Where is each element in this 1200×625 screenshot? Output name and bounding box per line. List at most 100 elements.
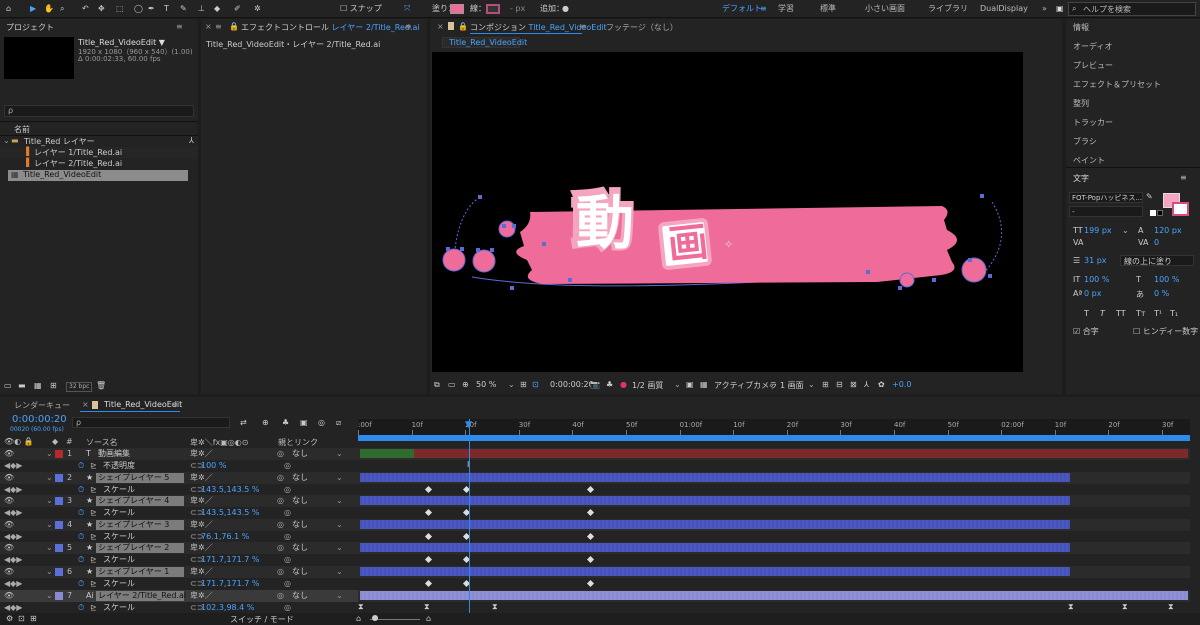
chevron-down-icon[interactable]: ⌄ <box>336 590 343 602</box>
layer-row[interactable]: 👁 ⌄ 2 ★ シェイプレイヤー 5 卑✲／ ◎ なし ⌄ <box>0 471 358 484</box>
property-track[interactable]: I <box>358 460 1190 472</box>
pickwhip-icon[interactable]: ◎ <box>277 590 284 602</box>
layer-label-color[interactable] <box>55 568 63 576</box>
shape-tool-icon[interactable]: ◯ <box>134 3 143 15</box>
keyframe[interactable] <box>424 509 433 517</box>
chevron-down-icon[interactable]: ⌄ <box>46 448 53 460</box>
breadcrumb[interactable]: Title_Red_VideoEdit <box>442 37 527 48</box>
expression-icon[interactable]: ◎ <box>284 460 291 472</box>
render-time-icon[interactable]: ⚙ <box>6 614 13 623</box>
stopwatch-icon[interactable]: ⏱ <box>78 507 84 519</box>
panel-menu-icon[interactable]: ≡ <box>580 22 587 31</box>
expression-icon[interactable]: ◎ <box>284 484 291 496</box>
layer-duration-bar[interactable] <box>414 449 1188 458</box>
layer-label-color[interactable] <box>55 497 63 506</box>
puppet-tool-icon[interactable]: ✲ <box>254 3 261 15</box>
property-track[interactable] <box>358 483 1190 496</box>
frame-blending-icon[interactable]: ▣ <box>300 418 308 427</box>
chevron-down-icon[interactable]: ⌄ <box>674 380 681 389</box>
chevron-down-icon[interactable]: ⌄ <box>336 542 343 554</box>
pickwhip-icon[interactable]: ◎ <box>277 519 284 531</box>
list-item[interactable]: ⌄ ▬ Title_Red レイヤー ⅄ <box>0 136 198 147</box>
chevron-down-icon[interactable]: ⌄ <box>46 590 53 602</box>
layer-duration-bar[interactable] <box>360 567 1070 576</box>
help-search-box[interactable]: ⌕ ヘルプを検索 <box>1068 2 1196 16</box>
eye-icon[interactable]: 👁 <box>4 542 14 554</box>
character-panel-title[interactable]: 文字 <box>1073 173 1089 184</box>
property-value[interactable]: 171.7,171.7 % <box>201 554 260 566</box>
roto-brush-icon[interactable]: ✐ <box>234 3 241 15</box>
layer-track[interactable] <box>358 566 1190 578</box>
brush-tool-icon[interactable]: ✎ <box>180 3 187 15</box>
bpc-button[interactable]: 32 bpc <box>66 382 93 392</box>
menu-icon[interactable]: ≡ <box>215 22 222 31</box>
property-row[interactable]: ◀◆▶ ⏱ ⊵ スケール ⊂⊃ 171.7,171.7 % ◎ <box>0 554 358 567</box>
chevron-down-icon[interactable]: ⌄ <box>1122 226 1129 235</box>
layer-label-color[interactable] <box>55 520 63 529</box>
expand-switches-icon[interactable]: ⊡ <box>18 614 25 623</box>
clone-tool-icon[interactable]: ⊥ <box>198 3 205 15</box>
always-preview-icon[interactable]: ⧉ <box>434 380 440 390</box>
rotate-tool-icon[interactable]: ↶ <box>82 3 89 15</box>
layer-row[interactable]: 👁 ⌄ 1 T 動画編集 卑✲／ ◎ なし ⌄ <box>0 448 358 460</box>
faux-italic-button[interactable]: T <box>1100 309 1105 318</box>
stopwatch-icon[interactable]: ⏱ <box>78 554 84 566</box>
stroke-color-swatch[interactable] <box>1172 202 1189 216</box>
eye-icon[interactable]: 👁 <box>4 519 14 531</box>
pickwhip-icon[interactable]: ◎ <box>277 472 284 484</box>
layer-name[interactable]: シェイプレイヤー 5 <box>98 472 169 484</box>
chevron-down-icon[interactable]: ⌄ <box>46 472 53 484</box>
chevron-down-icon[interactable]: ⌄ <box>46 566 53 578</box>
lock-icon[interactable]: 🔒 <box>229 22 239 31</box>
layer-track[interactable] <box>358 589 1190 602</box>
pickwhip-icon[interactable]: ◎ <box>277 542 284 554</box>
settings-icon[interactable]: ⊞ <box>50 381 57 390</box>
chevron-down-icon[interactable]: ⌄ <box>808 380 815 389</box>
layer-name[interactable]: シェイプレイヤー 1 <box>98 566 169 578</box>
panel-menu-icon[interactable]: ≡ <box>176 22 183 31</box>
parent-link-header[interactable]: 親とリンク <box>278 437 318 448</box>
pen-tool-icon[interactable]: ✒ <box>148 3 155 15</box>
chevron-down-icon[interactable]: ⌄ <box>336 472 343 484</box>
pickwhip-icon[interactable]: ◎ <box>277 566 284 578</box>
flowchart-icon[interactable]: ⊠ <box>850 380 857 389</box>
layer-switches[interactable]: 卑✲／ <box>190 542 213 554</box>
expand-modes-icon[interactable]: ⊞ <box>30 614 37 623</box>
leading-value[interactable]: 120 px <box>1154 226 1182 235</box>
comp-mini-flowchart-icon[interactable]: ⇄ <box>240 418 247 427</box>
playhead[interactable] <box>469 419 470 624</box>
brush-panel-item[interactable]: ブラシ <box>1073 136 1097 147</box>
property-value[interactable]: 100 % <box>201 460 226 472</box>
parent-select[interactable]: なし <box>292 590 308 602</box>
chevron-down-icon[interactable]: ⌄ <box>336 566 343 578</box>
close-icon[interactable]: × <box>205 22 212 31</box>
subscript-button[interactable]: T₁ <box>1170 309 1178 318</box>
color-channel-icon[interactable]: ● <box>620 380 627 389</box>
keyframe[interactable]: ⧗ <box>1068 602 1074 612</box>
workspace-default[interactable]: デフォルト <box>722 3 762 15</box>
stroke-width[interactable]: - px <box>510 3 525 15</box>
show-snapshot-icon[interactable]: ♣ <box>606 380 613 389</box>
layer-row[interactable]: 👁 ⌄ 4 ★ シェイプレイヤー 3 卑✲／ ◎ なし ⌄ <box>0 518 358 531</box>
effects-presets-panel-item[interactable]: エフェクト＆プリセット <box>1073 79 1161 90</box>
chevron-down-icon[interactable]: ⌄ <box>46 519 53 531</box>
lock-icon[interactable]: 🔒 <box>458 22 468 31</box>
keyframe-nav-icon[interactable]: ◀◆▶ <box>4 602 22 614</box>
keyframe[interactable]: ⧗ <box>1168 602 1174 612</box>
panel-menu-icon[interactable]: ≡ <box>171 400 178 409</box>
snapshot-icon[interactable]: 📷 <box>590 380 600 389</box>
trash-icon[interactable]: 🗑 <box>96 381 106 390</box>
layer-name[interactable]: シェイプレイヤー 2 <box>98 542 169 554</box>
stopwatch-icon[interactable]: ⏱ <box>78 460 84 472</box>
layer-name[interactable]: レイヤー 2/Title_Red.ai <box>98 590 186 602</box>
name-column-header[interactable]: 名前 <box>14 124 30 135</box>
timeline-timecode[interactable]: 0:00:00:20 <box>12 414 67 425</box>
stopwatch-icon[interactable]: ⏱ <box>78 602 84 614</box>
property-row[interactable]: ◀◆▶ ⏱ ⊵ スケール ⊂⊃ 102.3,98.4 % ◎ <box>0 601 358 614</box>
zoom-in-icon[interactable]: ⌂ <box>426 614 431 623</box>
effect-controls-tab[interactable]: エフェクトコントロール レイヤー 2/Title_Red.ai <box>241 22 420 33</box>
project-search-input[interactable]: ρ <box>4 105 194 117</box>
property-value[interactable]: 102.3,98.4 % <box>201 602 254 614</box>
interpret-footage-icon[interactable]: ▭ <box>4 381 12 390</box>
resolution-select[interactable]: 1/2 画質 <box>632 380 663 391</box>
